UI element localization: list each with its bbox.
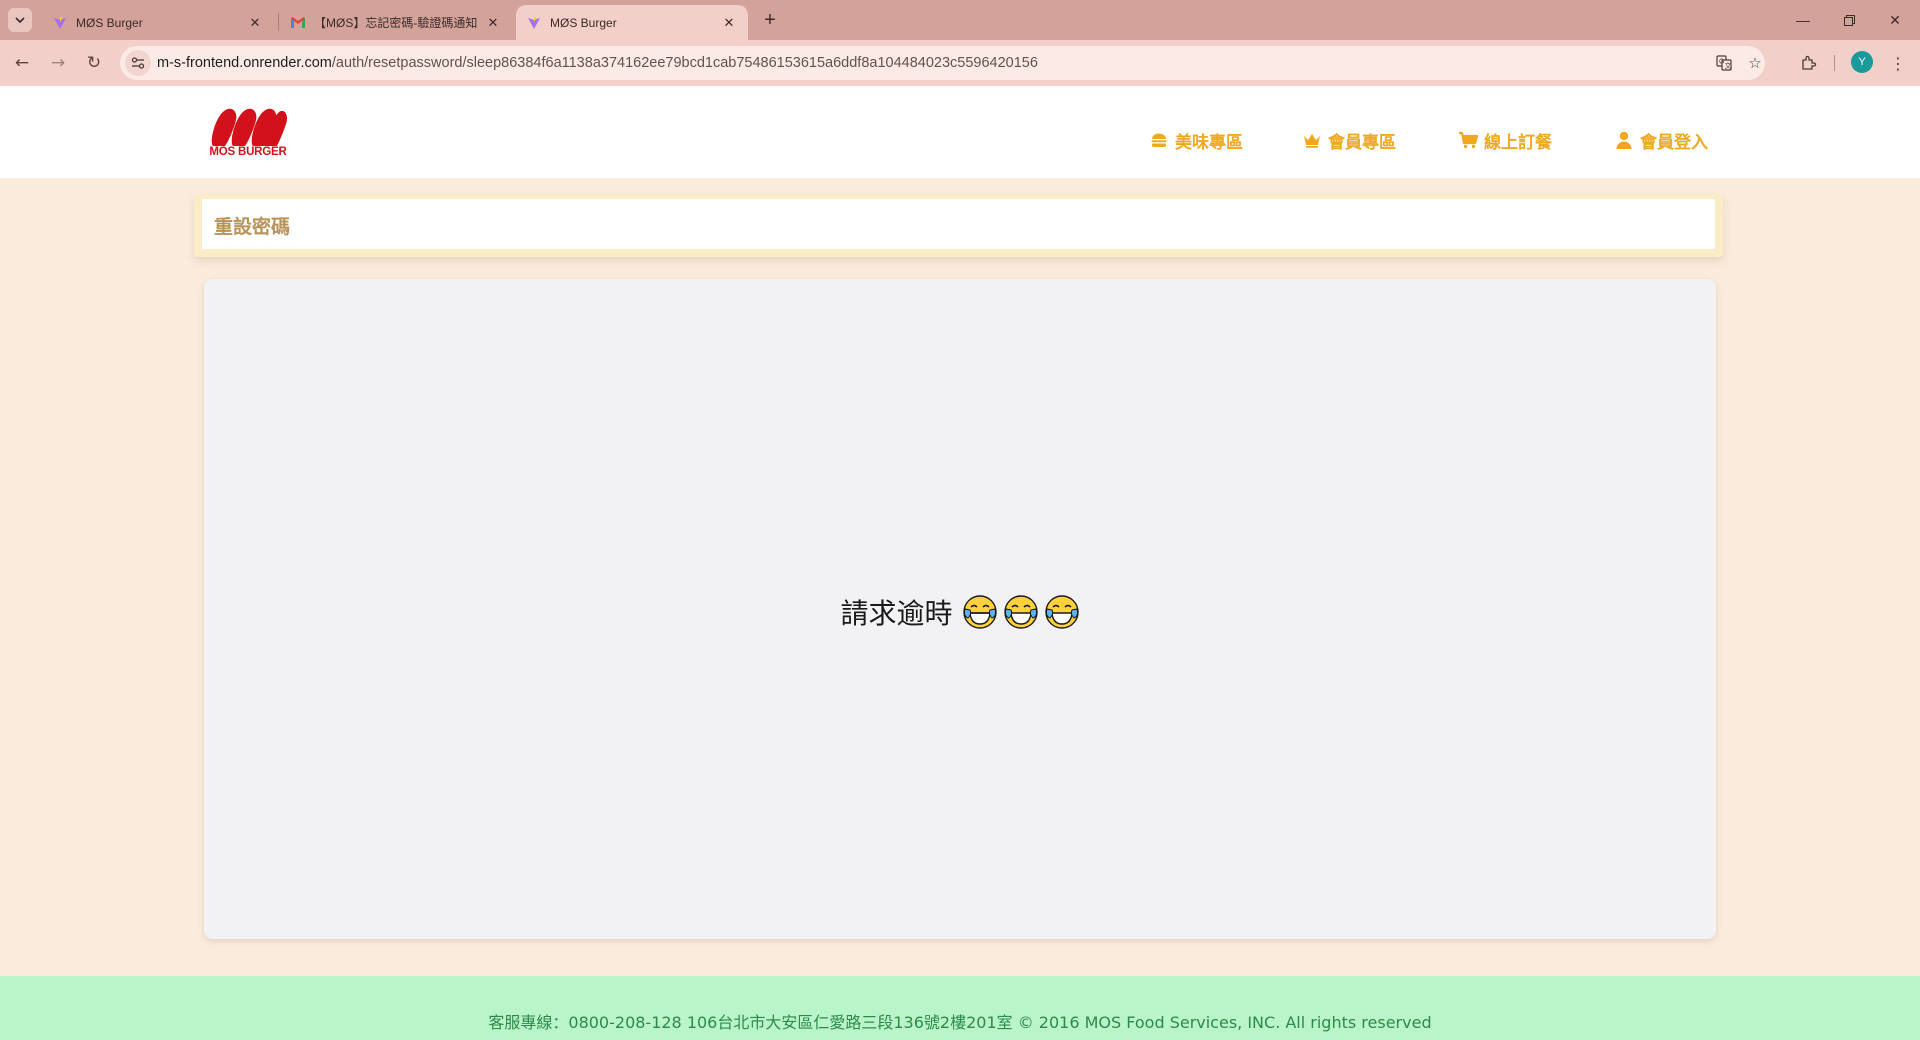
bookmark-star-icon[interactable]: ☆ xyxy=(1743,51,1767,75)
tab-separator xyxy=(278,13,279,31)
browser-tab-1[interactable]: MØS Burger ✕ xyxy=(42,5,274,40)
menu-label: 會員登入 xyxy=(1640,132,1708,153)
tab-close-icon[interactable]: ✕ xyxy=(484,14,502,32)
crown-icon xyxy=(1302,130,1322,150)
translate-icon[interactable]: G文 xyxy=(1712,51,1736,75)
tab-search-button[interactable] xyxy=(8,8,32,32)
cart-icon xyxy=(1458,130,1478,150)
site-footer: 客服專線：0800-208-128 106台北市大安區仁愛路三段136號2樓20… xyxy=(0,976,1920,1040)
menu-label: 會員專區 xyxy=(1328,132,1396,153)
restore-icon[interactable] xyxy=(1826,0,1872,40)
new-tab-button[interactable]: + xyxy=(758,8,782,32)
browser-tab-strip: MØS Burger ✕ 【MØS】忘記密碼-驗證碼通知 ✕ MØS Burge… xyxy=(0,0,1920,40)
tears-of-joy-emoji-icon xyxy=(962,595,997,629)
browser-toolbar: ← → ↻ m-s-frontend.onrender.com/auth/res… xyxy=(0,40,1920,86)
minimize-icon[interactable]: — xyxy=(1780,0,1826,40)
user-icon xyxy=(1614,130,1634,150)
tab-title: 【MØS】忘記密碼-驗證碼通知 xyxy=(314,16,478,30)
timeout-message: 請求逾時 xyxy=(204,592,1716,632)
toolbar-separator xyxy=(1834,55,1835,71)
menu-item-login[interactable]: 會員登入 xyxy=(1614,128,1708,153)
back-icon[interactable]: ← xyxy=(8,49,36,77)
svg-text:文: 文 xyxy=(1725,61,1732,70)
chevron-down-icon xyxy=(15,17,25,24)
profile-avatar[interactable]: Y xyxy=(1851,51,1873,73)
browser-tab-3[interactable]: MØS Burger ✕ xyxy=(516,5,748,40)
tears-of-joy-emoji-icon xyxy=(1044,595,1079,629)
window-close-icon[interactable]: ✕ xyxy=(1872,0,1918,40)
extensions-icon[interactable] xyxy=(1797,51,1821,75)
menu-label: 美味專區 xyxy=(1175,132,1243,153)
tab-close-icon[interactable]: ✕ xyxy=(246,14,264,32)
menu-item-order[interactable]: 線上訂餐 xyxy=(1458,128,1552,153)
mos-burger-logo[interactable]: MOS BURGER xyxy=(207,104,289,160)
address-bar[interactable]: m-s-frontend.onrender.com/auth/resetpass… xyxy=(120,46,1765,80)
emoji-group xyxy=(957,594,1080,630)
menu-label: 線上訂餐 xyxy=(1484,132,1552,153)
tab-title: MØS Burger xyxy=(550,15,617,30)
burger-icon xyxy=(1149,130,1169,150)
tears-of-joy-emoji-icon xyxy=(1003,595,1038,629)
page-title-bar: 重設密碼 xyxy=(194,195,1723,257)
url-host: m-s-frontend.onrender.com xyxy=(157,55,332,71)
tab-title: MØS Burger xyxy=(76,15,143,30)
mos-logo-mark-icon xyxy=(211,108,288,146)
tab-close-icon[interactable]: ✕ xyxy=(720,14,738,32)
site-header: MOS BURGER 美味專區 會員專區 線上訂餐 會員登入 xyxy=(0,86,1920,178)
forward-icon[interactable]: → xyxy=(44,49,72,77)
reload-icon[interactable]: ↻ xyxy=(80,49,108,77)
vite-favicon-icon xyxy=(526,15,542,31)
browser-tab-2[interactable]: 【MØS】忘記密碼-驗證碼通知 ✕ xyxy=(280,5,512,40)
vite-favicon-icon xyxy=(52,15,68,31)
content-card: 請求逾時 xyxy=(204,279,1716,939)
menu-item-menu[interactable]: 美味專區 xyxy=(1149,128,1243,153)
url-path: /auth/resetpassword/sleep86384f6a1138a37… xyxy=(331,55,1038,71)
footer-text: 客服專線：0800-208-128 106台北市大安區仁愛路三段136號2樓20… xyxy=(488,1013,1432,1032)
menu-kebab-icon[interactable]: ⋮ xyxy=(1886,51,1910,75)
page-title: 重設密碼 xyxy=(214,216,291,238)
menu-item-member[interactable]: 會員專區 xyxy=(1302,128,1396,153)
gmail-favicon-icon xyxy=(290,15,306,31)
logo-text: MOS BURGER xyxy=(209,146,287,158)
message-text: 請求逾時 xyxy=(840,597,953,630)
page-title-panel: 重設密碼 xyxy=(202,199,1715,249)
url-text: m-s-frontend.onrender.com/auth/resetpass… xyxy=(157,55,1038,71)
site-info-icon[interactable] xyxy=(125,50,151,76)
